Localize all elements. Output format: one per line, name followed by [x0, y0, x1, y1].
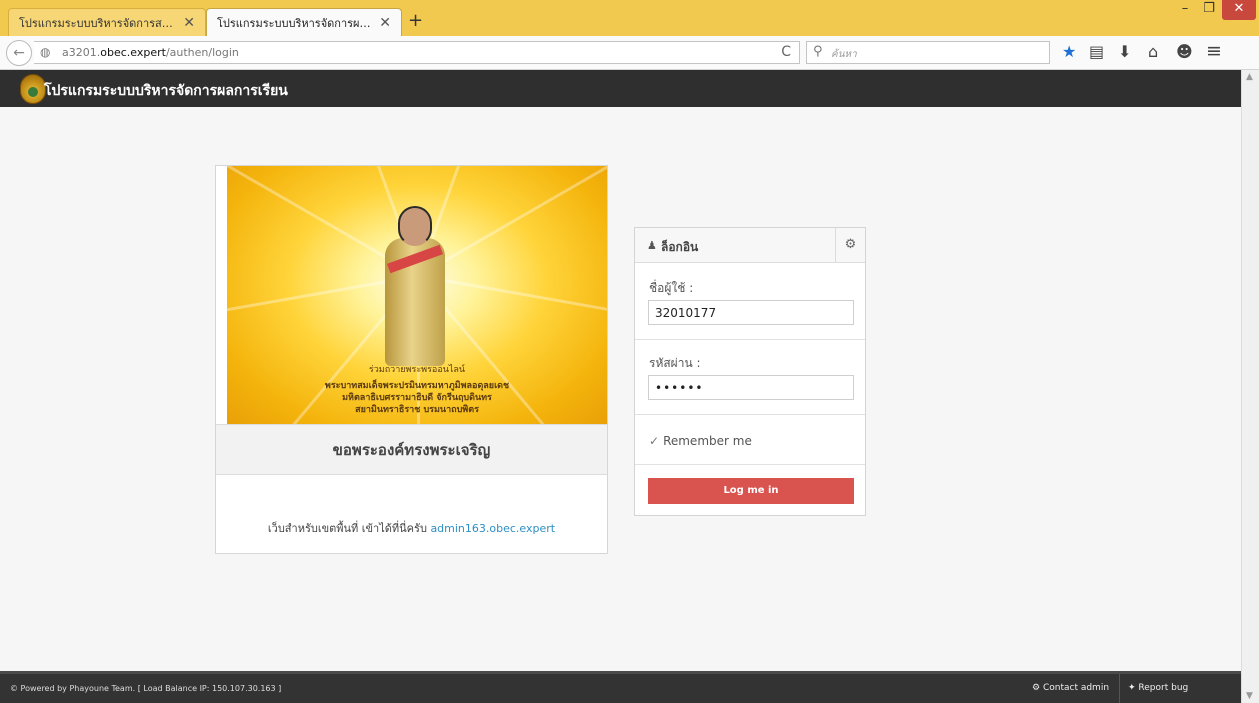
page-background	[0, 107, 1241, 671]
note-text: เว็บสำหรับเขตพื้นที่ เข้าได้ที่นี่ครับ	[267, 522, 427, 535]
close-icon[interactable]: ✕	[183, 16, 195, 30]
check-icon: ✓	[649, 434, 660, 448]
window-close-icon[interactable]: ✕	[1222, 0, 1256, 20]
username-field[interactable]	[648, 300, 854, 325]
back-icon[interactable]: ←	[6, 40, 32, 66]
king-portrait-banner: ร่วมถวายพระพรออนไลน์ พระบาทสมเด็จพระปรมิ…	[227, 166, 607, 424]
page-scrollbar[interactable]: ▲ ▼	[1241, 70, 1259, 703]
browser-tab-1[interactable]: โปรแกรมระบบบริหารจัดการสถา... ✕	[8, 8, 206, 36]
url-text: a3201.obec.expert/authen/login	[62, 46, 239, 59]
url-bar[interactable]: ◍ a3201.obec.expert/authen/login C	[34, 41, 800, 64]
menu-icon[interactable]: ≡	[1206, 42, 1222, 61]
search-input[interactable]: ⚲ ค้นหา	[806, 41, 1050, 64]
app-title: โปรแกรมระบบบริหารจัดการผลการเรียน	[44, 83, 288, 99]
maximize-icon[interactable]: ❐	[1198, 0, 1220, 20]
browser-navbar: ← ◍ a3201.obec.expert/authen/login C ⚲ ค…	[0, 36, 1259, 70]
minimize-icon[interactable]: –	[1174, 0, 1196, 20]
password-field[interactable]	[648, 375, 854, 400]
portrait-head	[398, 206, 432, 246]
login-button[interactable]: Log me in	[648, 478, 854, 504]
area-admin-note: เว็บสำหรับเขตพื้นที่ เข้าได้ที่นี่ครับ a…	[216, 475, 607, 553]
username-label: ชื่อผู้ใช้ :	[649, 281, 694, 295]
remember-me-checkbox[interactable]: ✓ Remember me	[649, 434, 752, 448]
password-label: รหัสผ่าน :	[649, 356, 701, 370]
search-placeholder: ค้นหา	[831, 49, 857, 60]
user-icon: ♟	[647, 239, 657, 252]
globe-icon: ◍	[40, 45, 51, 59]
search-icon: ⚲	[813, 44, 823, 59]
powered-by-text: © Powered by Phayoune Team. [ Load Balan…	[10, 684, 282, 693]
download-icon[interactable]: ⬇	[1118, 44, 1131, 60]
tab-title: โปรแกรมระบบบริหารจัดการสถา...	[19, 16, 178, 30]
gear-icon[interactable]: ⚙	[835, 228, 865, 263]
promo-caption: ขอพระองค์ทรงพระเจริญ	[216, 424, 607, 475]
scroll-up-icon[interactable]: ▲	[1246, 72, 1253, 82]
banner-line-4: สยามินทราธิราช บรมนาถบพิตร	[355, 405, 479, 415]
bookmark-star-icon[interactable]: ★	[1062, 44, 1076, 60]
login-header: ♟ ล็อกอิน ⚙	[635, 228, 865, 263]
page-footer: © Powered by Phayoune Team. [ Load Balan…	[0, 671, 1241, 703]
close-icon[interactable]: ✕	[379, 16, 391, 30]
reload-icon[interactable]: C	[781, 44, 791, 60]
new-tab-button[interactable]: +	[408, 12, 423, 30]
browser-tab-2[interactable]: โปรแกรมระบบบริหารจัดการผลก... ✕	[206, 8, 402, 36]
admin-link[interactable]: admin163.obec.expert	[430, 522, 555, 535]
app-header: โปรแกรมระบบบริหารจัดการผลการเรียน	[0, 70, 1241, 107]
banner-line-1: ร่วมถวายพระพรออนไลน์	[368, 365, 466, 375]
promo-card: ร่วมถวายพระพรออนไลน์ พระบาทสมเด็จพระปรมิ…	[215, 165, 608, 554]
remember-label: Remember me	[663, 434, 752, 448]
obec-logo	[20, 74, 46, 104]
home-icon[interactable]: ⌂	[1148, 44, 1158, 60]
reading-list-icon[interactable]: ▤	[1089, 44, 1104, 60]
report-bug-link[interactable]: ✦ Report bug	[1118, 674, 1198, 703]
bug-icon: ✦	[1128, 683, 1136, 693]
tab-title: โปรแกรมระบบบริหารจัดการผลก...	[217, 16, 374, 30]
login-panel: ♟ ล็อกอิน ⚙ ชื่อผู้ใช้ : รหัสผ่าน : ✓Rem…	[634, 227, 866, 516]
login-title: ล็อกอิน	[661, 240, 699, 254]
contact-admin-link[interactable]: ⚙ Contact admin	[1022, 674, 1121, 703]
chat-icon[interactable]: ☻	[1176, 44, 1193, 60]
browser-titlebar: โปรแกรมระบบบริหารจัดการสถา... ✕ โปรแกรมร…	[0, 0, 1259, 36]
scroll-down-icon[interactable]: ▼	[1246, 691, 1253, 701]
cogs-icon: ⚙	[1032, 683, 1041, 693]
